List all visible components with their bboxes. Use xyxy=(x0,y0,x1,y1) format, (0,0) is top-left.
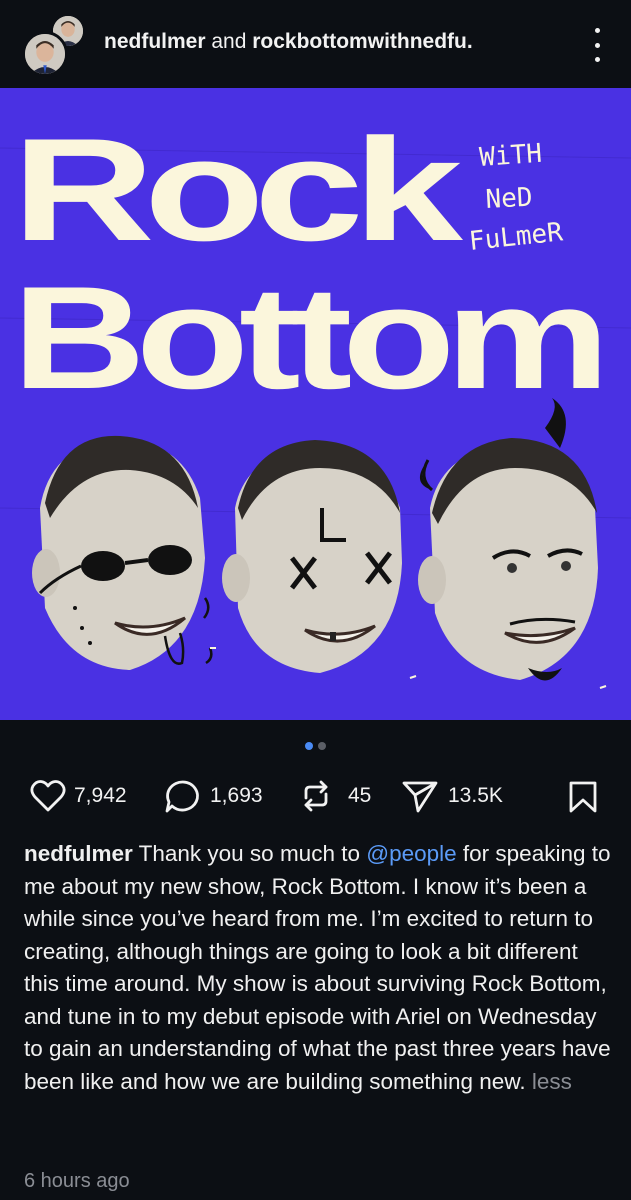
comment-button[interactable]: 1,693 xyxy=(164,776,263,816)
send-icon xyxy=(400,778,440,814)
artwork-handwritten-with: WiTH xyxy=(478,139,543,173)
caption-username[interactable]: nedfulmer xyxy=(24,841,133,866)
more-options-icon[interactable] xyxy=(589,28,605,62)
comment-icon xyxy=(164,778,202,814)
username-connector: and xyxy=(205,30,253,53)
share-count: 13.5K xyxy=(448,784,503,807)
action-bar: 7,942 1,693 45 13.5K xyxy=(0,776,631,816)
username-primary[interactable]: nedfulmer xyxy=(104,30,206,53)
header-usernames[interactable]: nedfulmer and rockbottomwithnedfu. xyxy=(104,30,473,54)
avatar-primary[interactable] xyxy=(22,31,68,77)
artwork-title-line2: Bottom xyxy=(12,256,600,419)
caption-text-1: Thank you so much to xyxy=(132,841,367,866)
like-count: 7,942 xyxy=(74,784,127,807)
repost-icon xyxy=(298,778,334,814)
post-image[interactable]: Rock Bottom WiTH NeD FuLmeR xyxy=(0,88,631,720)
repost-count: 45 xyxy=(348,784,372,807)
bookmark-icon[interactable] xyxy=(567,780,599,819)
artwork-handwritten-ned: NeD xyxy=(485,183,533,215)
carousel-dot-1[interactable] xyxy=(305,742,313,750)
less-link[interactable]: less xyxy=(532,1069,572,1094)
artwork-title-line1: Rock xyxy=(12,108,464,271)
username-secondary[interactable]: rockbottomwithnedfu. xyxy=(252,30,472,53)
carousel-dot-2[interactable] xyxy=(318,742,326,750)
caption-text-2: for speaking to me about my new show, Ro… xyxy=(24,841,611,1094)
caption-mention[interactable]: @people xyxy=(366,841,456,866)
heart-icon xyxy=(30,779,66,813)
post-header: nedfulmer and rockbottomwithnedfu. xyxy=(0,0,631,88)
share-button[interactable]: 13.5K xyxy=(400,776,503,816)
comment-count: 1,693 xyxy=(210,784,263,807)
carousel-indicator xyxy=(0,742,631,750)
post-caption: nedfulmer Thank you so much to @people f… xyxy=(24,838,614,1098)
avatar-group[interactable] xyxy=(22,13,86,77)
like-button[interactable]: 7,942 xyxy=(30,776,127,816)
post-timestamp: 6 hours ago xyxy=(24,1170,130,1192)
repost-button[interactable]: 45 xyxy=(298,776,371,816)
